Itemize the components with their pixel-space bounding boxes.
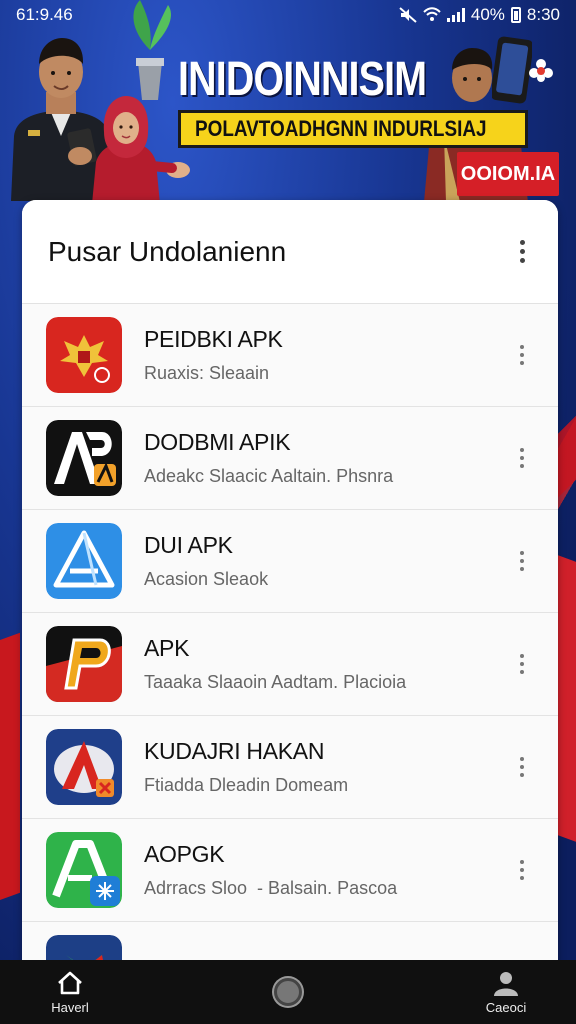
row-more-icon[interactable] <box>512 757 532 777</box>
app-meta: Acasion Sleaok <box>144 569 269 589</box>
garuda-emblem-icon <box>46 317 122 393</box>
banner-subtitle: POLAVTOADHGNN INDURLSIAJ <box>178 110 528 148</box>
row-more-icon[interactable] <box>512 345 532 365</box>
app-list: PEIDBKI APK Ruaxis: Sleaain DODBMI APIK … <box>22 304 558 970</box>
app-name: KUDAJRI HAKAN <box>144 738 325 764</box>
row-more-icon[interactable] <box>512 654 532 674</box>
list-item[interactable]: DODBMI APIK Adeakc Slaacic Aaltain. Phsn… <box>22 407 558 510</box>
list-item[interactable]: PEIDBKI APK Ruaxis: Sleaain <box>22 304 558 407</box>
nav-profile[interactable]: Caeoci <box>476 970 536 1015</box>
banner-stripe-right <box>556 554 576 846</box>
card-header: Pusar Undolanienn <box>22 200 558 304</box>
battery-icon <box>510 7 521 23</box>
list-item[interactable]: APK Taaaka Slaaoin Aadtam. Placioia <box>22 613 558 716</box>
status-icons: 40% 8:30 <box>399 5 560 25</box>
banner-stripe-left <box>0 632 20 908</box>
nav-home-label: Haverl <box>51 999 89 1015</box>
home-button[interactable] <box>274 978 302 1006</box>
green-a-icon <box>46 832 122 908</box>
app-name: DODBMI APIK <box>144 429 291 455</box>
more-options-icon[interactable] <box>512 240 532 263</box>
row-more-icon[interactable] <box>512 860 532 880</box>
flower-icon <box>529 59 553 82</box>
status-bar: 61:9.46 40% 8:30 <box>0 0 576 30</box>
app-name: AOPGK <box>144 841 225 867</box>
download-card: Pusar Undolanienn PEIDBKI APK Ruaxis: Sl… <box>22 200 558 970</box>
banner-title: INIDOINNISIM <box>178 53 427 106</box>
mute-icon <box>399 7 417 23</box>
triangle-a-icon <box>46 523 122 599</box>
card-title: Pusar Undolanienn <box>48 235 287 267</box>
nav-home[interactable]: Haverl <box>40 970 100 1015</box>
app-meta: Ruaxis: Sleaain <box>144 363 270 383</box>
row-more-icon[interactable] <box>512 448 532 468</box>
list-item[interactable]: KUDAJRI HAKAN Ftiadda Dleadin Domeam <box>22 716 558 819</box>
app-meta: Ftiadda Dleadin Domeam <box>144 775 349 795</box>
row-more-icon[interactable] <box>512 551 532 571</box>
app-meta: Taaaka Slaaoin Aadtam. Placioia <box>144 672 407 692</box>
phone-illustration <box>492 36 532 104</box>
app-meta: Adeakc Slaacic Aaltain. Phsnra <box>144 466 394 486</box>
app-name: PEIDBKI APK <box>144 326 283 352</box>
woman-illustration <box>92 96 190 204</box>
status-time-left: 61:9.46 <box>16 5 73 24</box>
app-name: DUI APK <box>144 532 233 558</box>
banner-badge[interactable]: OOIOM.IA <box>457 152 559 196</box>
home-icon <box>58 971 82 994</box>
ap-logo-icon <box>46 420 122 496</box>
list-item[interactable]: DUI APK Acasion Sleaok <box>22 510 558 613</box>
app-meta: Adrracs Sloo - Balsain. Pascoa <box>144 878 398 898</box>
nav-profile-label: Caeoci <box>485 999 527 1015</box>
battery-percent: 40% <box>470 5 505 24</box>
red-a-icon <box>46 729 122 805</box>
profile-icon <box>494 971 518 996</box>
app-name: APK <box>144 635 190 661</box>
status-time-right: 8:30 <box>526 5 560 24</box>
wifi-icon <box>423 7 441 21</box>
p-logo-icon <box>46 626 122 702</box>
bottom-nav: Haverl Caeoci <box>0 960 576 1024</box>
signal-icon <box>446 8 465 22</box>
banner-subtitle-text: POLAVTOADHGNN INDURLSIAJ <box>195 116 487 141</box>
list-item[interactable]: AOPGK Adrracs Sloo - Balsain. Pascoa <box>22 819 558 922</box>
